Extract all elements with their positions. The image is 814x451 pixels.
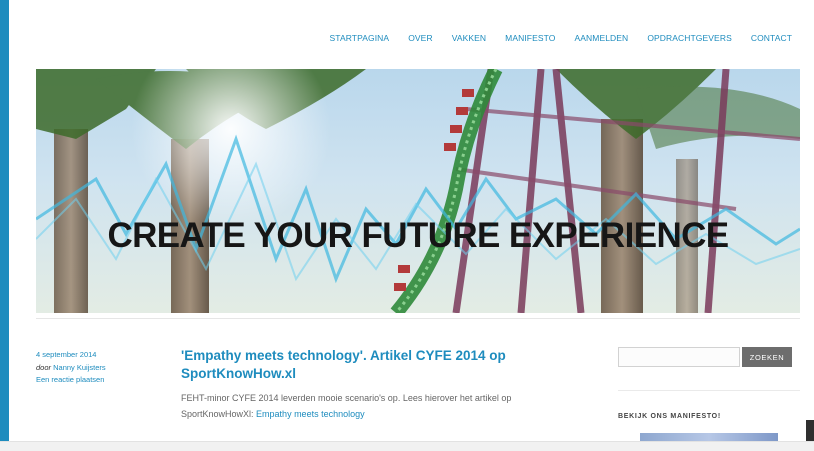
nav-aanmelden[interactable]: AANMELDEN (575, 33, 629, 43)
nav-over[interactable]: OVER (408, 33, 433, 43)
header-title: CREATE YOUR FUTURE EXPERIENCE (107, 216, 729, 255)
author-link[interactable]: Nanny Kuijsters (53, 363, 106, 372)
page: STARTPAGINA OVER VAKKEN MANIFESTO AANMEL… (9, 0, 814, 451)
manifesto-widget-title: BEKIJK ONS MANIFESTO! (618, 413, 721, 420)
header-photo-illustration (36, 69, 800, 313)
post-date-link[interactable]: 4 september 2014 (36, 349, 166, 362)
header-image[interactable]: CREATE YOUR FUTURE EXPERIENCE (36, 69, 800, 313)
entry-meta: 4 september 2014 door Nanny Kuijsters Ee… (36, 349, 166, 387)
nav-manifesto[interactable]: MANIFESTO (505, 33, 555, 43)
nav-opdrachtgevers[interactable]: OPDRACHTGEVERS (647, 33, 732, 43)
post-excerpt: FEHT-minor CYFE 2014 leverden mooie scen… (181, 391, 586, 422)
byline-prefix: door (36, 362, 52, 372)
main-navigation: STARTPAGINA OVER VAKKEN MANIFESTO AANMEL… (311, 33, 792, 43)
post-article: 'Empathy meets technology'. Artikel CYFE… (181, 347, 601, 422)
nav-vakken[interactable]: VAKKEN (452, 33, 486, 43)
post-title-link[interactable]: 'Empathy meets technology'. Artikel CYFE… (181, 347, 511, 382)
bottom-bar (0, 441, 814, 451)
leave-reply-link[interactable]: Een reactie plaatsen (36, 374, 166, 387)
nav-contact[interactable]: CONTACT (751, 33, 792, 43)
sidebar-divider (618, 390, 800, 391)
search-button[interactable]: ZOEKEN (742, 347, 792, 367)
left-accent-bar (0, 0, 9, 451)
search-input[interactable] (618, 347, 740, 367)
nav-startpagina[interactable]: STARTPAGINA (330, 33, 390, 43)
post-article-link[interactable]: Empathy meets technology (256, 409, 365, 419)
header-divider (36, 318, 800, 319)
